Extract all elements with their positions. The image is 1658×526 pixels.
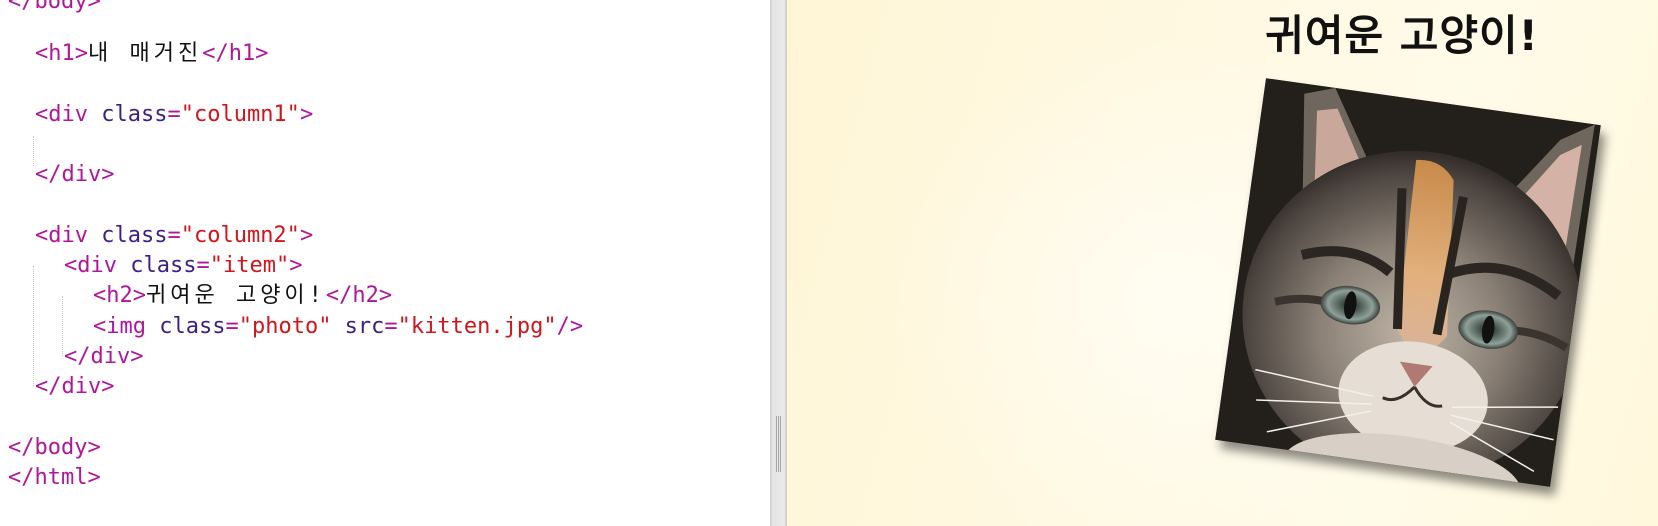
indent-guide xyxy=(33,266,34,386)
code-token: </body> xyxy=(8,435,101,460)
code-token: </html> xyxy=(8,465,101,490)
code-token: 귀여운 고양이! xyxy=(145,283,326,308)
indent-guide xyxy=(62,296,63,356)
code-token: "column2" xyxy=(180,223,300,248)
code-line[interactable]: <div class="item"> xyxy=(64,250,302,282)
preview-heading: 귀여운 고양이! xyxy=(1265,11,1539,60)
code-line[interactable]: </div> xyxy=(64,341,143,373)
code-token: "column1" xyxy=(180,102,300,127)
code-token: /> xyxy=(556,314,584,339)
code-token: class xyxy=(130,253,197,278)
code-editor[interactable]: </body> <h1>내 매거진</h1> <div class="colum… xyxy=(0,0,770,526)
indent-guide xyxy=(33,136,34,166)
code-line[interactable]: </div> xyxy=(35,159,114,191)
code-line[interactable]: <h1>내 매거진</h1> xyxy=(35,38,268,70)
code-line[interactable]: <h2>귀여운 고양이!</h2> xyxy=(93,280,392,312)
code-token: </div> xyxy=(35,162,115,187)
code-token: "photo" xyxy=(238,314,332,339)
code-token: = xyxy=(196,253,210,278)
code-line[interactable]: </body> xyxy=(8,0,101,18)
kitten-photo xyxy=(1215,78,1601,487)
code-line[interactable]: <div class="column1"> xyxy=(35,99,313,131)
code-token: class xyxy=(101,223,168,248)
code-line[interactable]: <img class="photo" src="kitten.jpg"/> xyxy=(93,311,583,343)
code-token: <h2> xyxy=(93,283,146,308)
code-line[interactable]: </body> xyxy=(8,432,101,464)
code-token: </h1> xyxy=(202,41,269,66)
code-token: "item" xyxy=(209,253,290,278)
code-token: </body> xyxy=(8,0,101,14)
code-token: <h1> xyxy=(35,41,88,66)
code-token: = xyxy=(384,314,398,339)
code-line[interactable]: </html> xyxy=(8,462,101,494)
code-token: src xyxy=(331,314,385,339)
code-token: "kitten.jpg" xyxy=(397,314,557,339)
code-token: <img xyxy=(93,314,160,339)
splitter-grip-handle[interactable] xyxy=(776,416,781,472)
code-token: = xyxy=(225,314,239,339)
code-token: <div xyxy=(35,102,102,127)
pane-splitter[interactable] xyxy=(770,0,787,526)
code-token: > xyxy=(299,223,314,248)
code-token: > xyxy=(289,253,303,278)
code-token: 내 매거진 xyxy=(87,41,203,66)
code-token: <div xyxy=(35,223,102,248)
code-token: </div> xyxy=(64,344,144,369)
code-token: </h2> xyxy=(325,283,393,308)
kitten-photo-image xyxy=(1215,78,1601,487)
code-token: </div> xyxy=(35,374,115,399)
code-line[interactable]: <div class="column2"> xyxy=(35,220,313,252)
code-token: class xyxy=(159,314,226,339)
code-token: = xyxy=(167,223,181,248)
code-token: > xyxy=(299,102,314,127)
preview-pane: 귀여운 고양이! xyxy=(787,0,1658,526)
code-token: = xyxy=(167,102,181,127)
code-token: <div xyxy=(64,253,131,278)
code-token: class xyxy=(101,102,168,127)
code-line[interactable]: </div> xyxy=(35,371,114,403)
